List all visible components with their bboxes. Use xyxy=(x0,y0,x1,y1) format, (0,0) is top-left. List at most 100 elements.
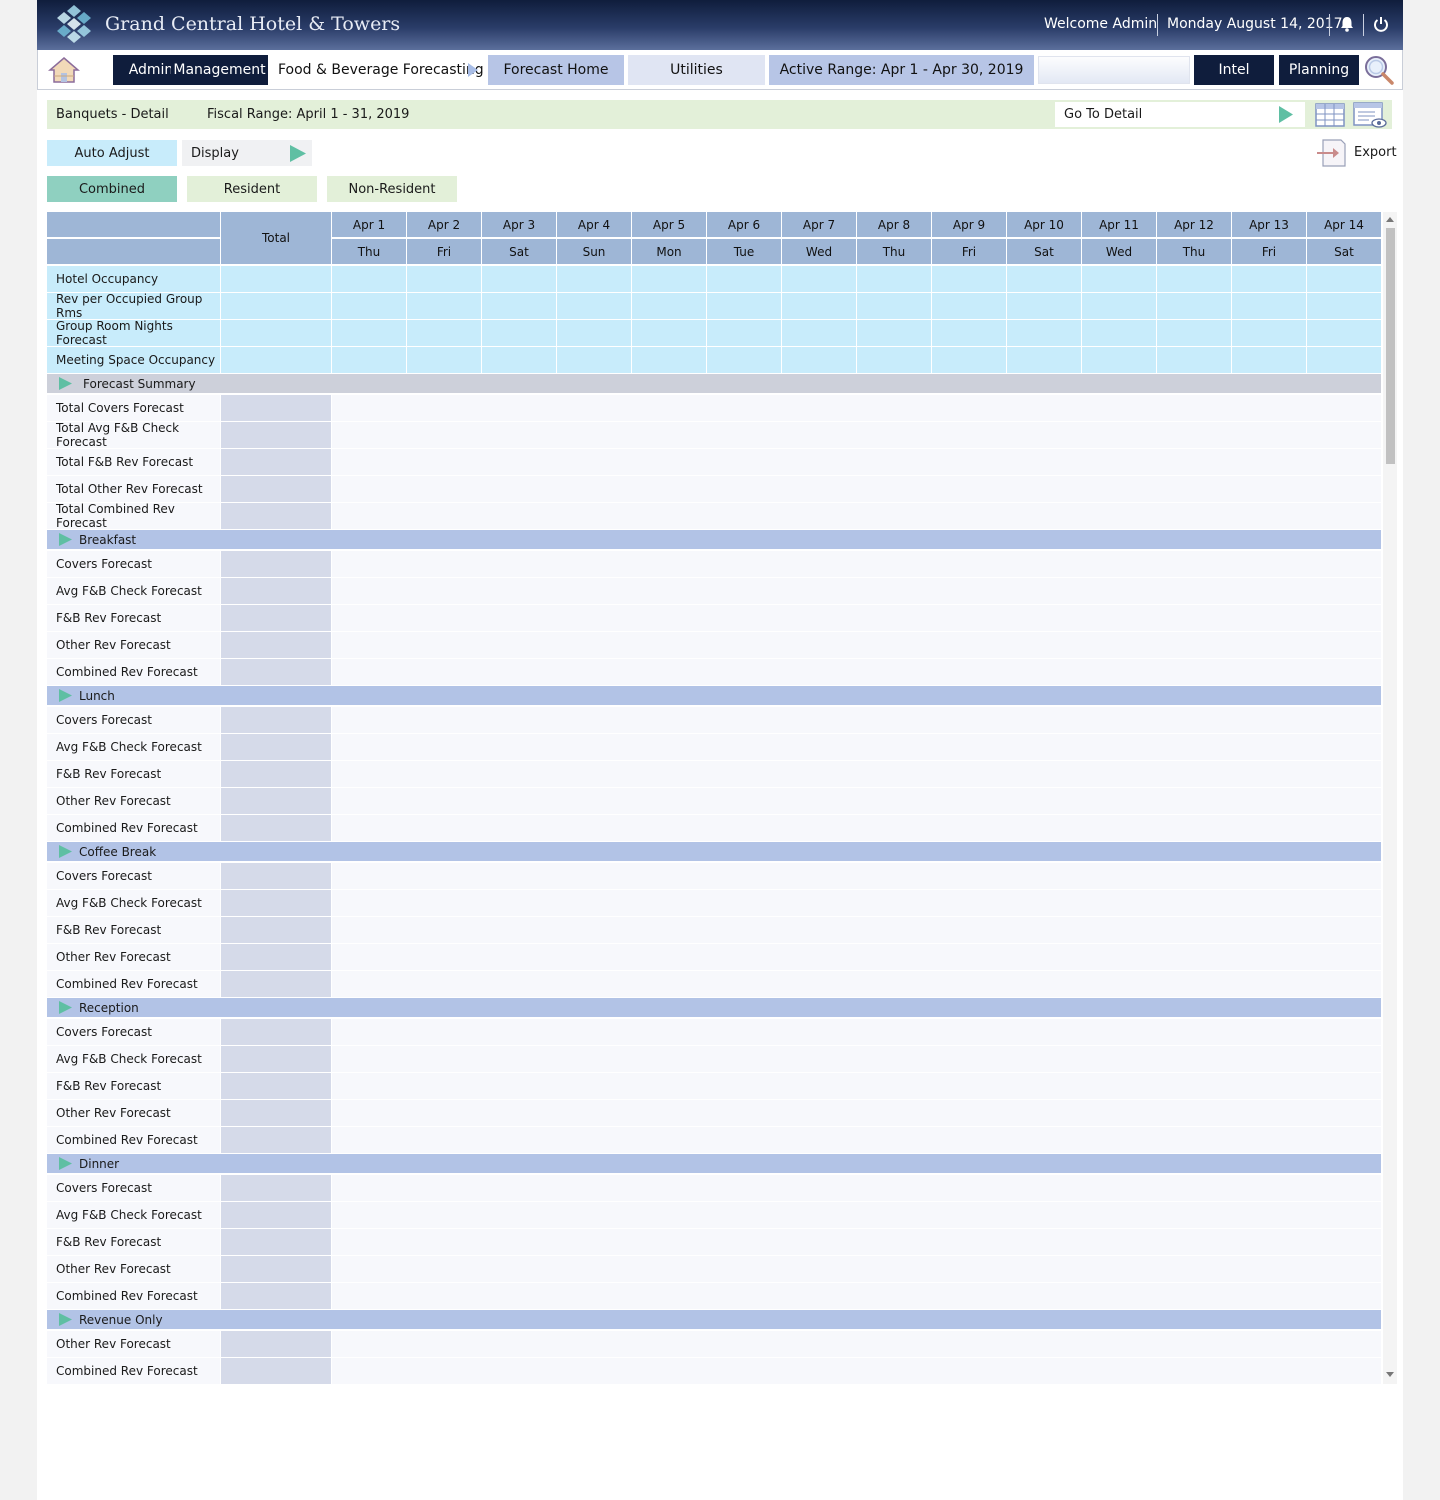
data-cells-row[interactable] xyxy=(332,971,1381,997)
date-header[interactable]: Apr 5 xyxy=(632,212,706,237)
total-cell[interactable] xyxy=(221,1019,331,1045)
total-cell[interactable] xyxy=(221,659,331,685)
kpi-total-cell[interactable] xyxy=(221,266,331,292)
total-cell[interactable] xyxy=(221,1175,331,1201)
total-cell[interactable] xyxy=(221,1127,331,1153)
data-cells-row[interactable] xyxy=(332,761,1381,787)
expand-arrow-icon[interactable] xyxy=(58,377,73,390)
kpi-cell[interactable] xyxy=(857,320,931,346)
section-header[interactable]: Dinner xyxy=(47,1154,1381,1173)
total-cell[interactable] xyxy=(221,890,331,916)
section-header[interactable]: Lunch xyxy=(47,686,1381,705)
kpi-cell[interactable] xyxy=(332,266,406,292)
kpi-cell[interactable] xyxy=(1007,320,1081,346)
nav-blank-field[interactable] xyxy=(1038,56,1190,84)
date-header[interactable]: Apr 12 xyxy=(1157,212,1231,237)
kpi-cell[interactable] xyxy=(782,293,856,319)
kpi-cell[interactable] xyxy=(1232,347,1306,373)
search-icon[interactable] xyxy=(1363,54,1395,86)
kpi-total-cell[interactable] xyxy=(221,320,331,346)
total-cell[interactable] xyxy=(221,1358,331,1384)
kpi-cell[interactable] xyxy=(707,266,781,292)
total-cell[interactable] xyxy=(221,815,331,841)
kpi-cell[interactable] xyxy=(782,266,856,292)
total-cell[interactable] xyxy=(221,632,331,658)
kpi-cell[interactable] xyxy=(857,293,931,319)
data-cells-row[interactable] xyxy=(332,1256,1381,1282)
data-cells-row[interactable] xyxy=(332,422,1381,448)
data-cells-row[interactable] xyxy=(332,815,1381,841)
scroll-down-arrow-icon[interactable] xyxy=(1386,1372,1394,1377)
data-cells-row[interactable] xyxy=(332,1358,1381,1384)
kpi-cell[interactable] xyxy=(632,347,706,373)
kpi-cell[interactable] xyxy=(857,347,931,373)
nav-planning-button[interactable]: Planning xyxy=(1279,55,1359,85)
kpi-cell[interactable] xyxy=(332,320,406,346)
total-cell[interactable] xyxy=(221,1202,331,1228)
tab-resident[interactable]: Resident xyxy=(187,176,317,202)
kpi-cell[interactable] xyxy=(1157,347,1231,373)
data-cells-row[interactable] xyxy=(332,944,1381,970)
kpi-cell[interactable] xyxy=(932,266,1006,292)
kpi-cell[interactable] xyxy=(707,347,781,373)
auto-adjust-button[interactable]: Auto Adjust xyxy=(47,140,177,166)
total-cell[interactable] xyxy=(221,761,331,787)
expand-arrow-icon[interactable] xyxy=(58,689,73,702)
total-cell[interactable] xyxy=(221,1100,331,1126)
kpi-cell[interactable] xyxy=(1082,293,1156,319)
total-cell[interactable] xyxy=(221,1331,331,1357)
data-cells-row[interactable] xyxy=(332,1229,1381,1255)
total-cell[interactable] xyxy=(221,449,331,475)
kpi-cell[interactable] xyxy=(932,347,1006,373)
kpi-cell[interactable] xyxy=(1307,266,1381,292)
date-header[interactable]: Apr 1 xyxy=(332,212,406,237)
total-cell[interactable] xyxy=(221,476,331,502)
kpi-cell[interactable] xyxy=(707,320,781,346)
data-cells-row[interactable] xyxy=(332,863,1381,889)
total-cell[interactable] xyxy=(221,917,331,943)
kpi-cell[interactable] xyxy=(1007,266,1081,292)
section-header[interactable]: Breakfast xyxy=(47,530,1381,549)
kpi-cell[interactable] xyxy=(932,293,1006,319)
data-cells-row[interactable] xyxy=(332,1331,1381,1357)
kpi-cell[interactable] xyxy=(407,320,481,346)
kpi-cell[interactable] xyxy=(407,293,481,319)
kpi-cell[interactable] xyxy=(632,293,706,319)
data-cells-row[interactable] xyxy=(332,1073,1381,1099)
kpi-cell[interactable] xyxy=(782,320,856,346)
kpi-cell[interactable] xyxy=(332,347,406,373)
tab-non-resident[interactable]: Non-Resident xyxy=(327,176,457,202)
data-cells-row[interactable] xyxy=(332,1175,1381,1201)
total-cell[interactable] xyxy=(221,422,331,448)
kpi-total-cell[interactable] xyxy=(221,347,331,373)
nav-module-label[interactable]: Food & Beverage Forecasting xyxy=(278,55,484,85)
kpi-cell[interactable] xyxy=(482,293,556,319)
kpi-cell[interactable] xyxy=(632,266,706,292)
grid-view-icon[interactable] xyxy=(1315,103,1345,127)
total-cell[interactable] xyxy=(221,734,331,760)
total-cell[interactable] xyxy=(221,578,331,604)
bell-icon[interactable] xyxy=(1339,15,1355,33)
total-cell[interactable] xyxy=(221,944,331,970)
total-cell[interactable] xyxy=(221,503,331,529)
expand-arrow-icon[interactable] xyxy=(58,533,73,546)
data-cells-row[interactable] xyxy=(332,395,1381,421)
kpi-cell[interactable] xyxy=(1157,266,1231,292)
kpi-cell[interactable] xyxy=(1082,266,1156,292)
section-header[interactable]: Reception xyxy=(47,998,1381,1017)
data-cells-row[interactable] xyxy=(332,1127,1381,1153)
data-cells-row[interactable] xyxy=(332,707,1381,733)
total-cell[interactable] xyxy=(221,707,331,733)
kpi-cell[interactable] xyxy=(632,320,706,346)
nav-forecast-home-button[interactable]: Forecast Home xyxy=(488,55,624,85)
section-header[interactable]: Forecast Summary xyxy=(47,374,1381,393)
nav-utilities-button[interactable]: Utilities xyxy=(628,55,765,85)
home-icon[interactable] xyxy=(48,56,80,84)
tab-combined[interactable]: Combined xyxy=(47,176,177,202)
date-header[interactable]: Apr 3 xyxy=(482,212,556,237)
kpi-cell[interactable] xyxy=(1157,293,1231,319)
total-cell[interactable] xyxy=(221,551,331,577)
section-header[interactable]: Coffee Break xyxy=(47,842,1381,861)
active-range-button[interactable]: Active Range: Apr 1 - Apr 30, 2019 xyxy=(769,55,1034,85)
total-cell[interactable] xyxy=(221,1046,331,1072)
